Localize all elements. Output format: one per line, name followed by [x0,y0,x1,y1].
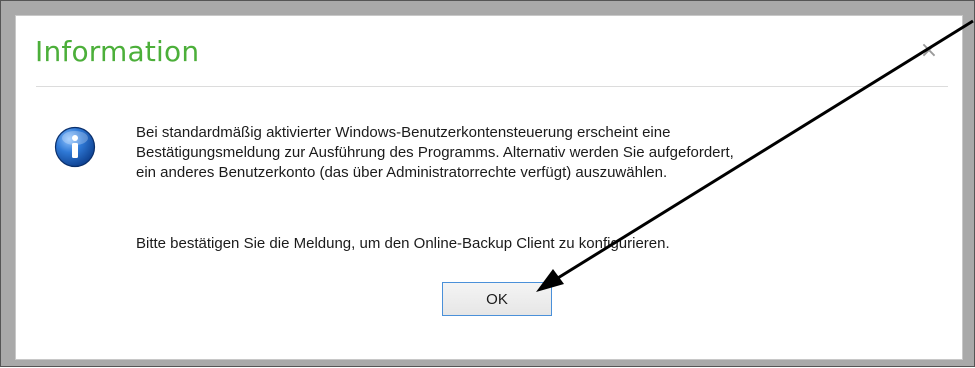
close-icon[interactable]: × [916,38,942,64]
message-line-2: Bestätigungsmeldung zur Ausführung des P… [136,144,734,161]
message-line-3: ein anderes Benutzerkonto (das über Admi… [136,164,668,181]
message-paragraph-2: Bitte bestätigen Sie die Meldung, um den… [136,235,670,252]
information-dialog: Information × Bei standardmäßig aktivier… [15,15,963,360]
dialog-title: Information [35,35,200,68]
message-line-1: Bei standardmäßig aktivierter Windows-Be… [136,124,671,141]
message-text: Bei standardmäßig aktivierter Windows-Be… [136,123,936,183]
ok-button[interactable]: OK [442,282,552,316]
info-icon [54,126,96,168]
title-divider [36,86,948,87]
screenshot-frame: Information × Bei standardmäßig aktivier… [0,0,975,367]
